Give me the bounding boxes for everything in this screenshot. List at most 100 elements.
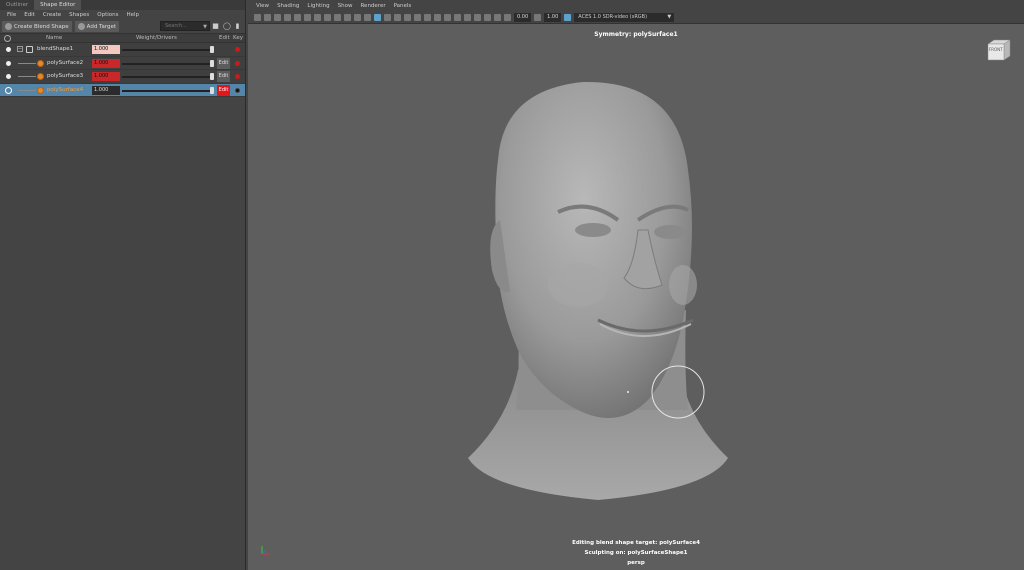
create-blend-shape-button[interactable]: Create Blend Shape [2, 21, 72, 32]
field-chart-icon[interactable] [334, 14, 341, 21]
visibility-toggle[interactable] [6, 60, 11, 66]
chevron-down-icon[interactable]: ▼ [203, 23, 207, 31]
menu-lighting[interactable]: Lighting [303, 0, 333, 12]
weight-field[interactable]: 1.000 [92, 72, 120, 81]
slider-handle[interactable] [210, 59, 214, 67]
bookmark-icon[interactable] [274, 14, 281, 21]
edit-button[interactable]: Edit [217, 57, 230, 69]
grid-icon[interactable] [294, 14, 301, 21]
key-icon[interactable] [235, 60, 240, 66]
xray-components-icon[interactable] [494, 14, 501, 21]
column-name: Name [46, 35, 63, 41]
motion-blur-icon[interactable] [434, 14, 441, 21]
view-cube[interactable]: FRONT [984, 38, 1012, 64]
visibility-toggle[interactable] [6, 74, 11, 79]
key-icon[interactable] [235, 74, 240, 79]
menu-shapes[interactable]: Shapes [65, 10, 93, 20]
menu-panels[interactable]: Panels [390, 0, 416, 12]
xray-icon[interactable] [474, 14, 481, 21]
menu-view[interactable]: View [252, 0, 273, 12]
sculpted-head-model[interactable] [448, 70, 748, 510]
menu-create[interactable]: Create [39, 10, 65, 20]
lights-icon[interactable] [404, 14, 411, 21]
column-edit: Edit [219, 35, 230, 41]
weight-slider[interactable] [122, 49, 212, 51]
wireframe-icon[interactable] [364, 14, 371, 21]
menu-show[interactable]: Show [334, 0, 357, 12]
slider-handle[interactable] [210, 73, 214, 80]
table-row[interactable]: polySurface3 1.000 Edit [0, 70, 245, 84]
toolbar-icon-group: ■ ◯ ▮ [212, 22, 241, 30]
row-name: polySurface2 [47, 59, 84, 66]
isolate-select-icon[interactable] [464, 14, 471, 21]
blend-shape-icon [5, 23, 12, 30]
row-name: blendShape1 [37, 46, 74, 52]
menu-edit[interactable]: Edit [20, 10, 39, 20]
key-icon[interactable] [235, 87, 240, 93]
slider-handle[interactable] [210, 46, 214, 53]
row-name: polySurface3 [47, 73, 84, 79]
target-shape-icon [37, 86, 44, 94]
table-row-selected[interactable]: polySurface4 1.000 Edit [0, 83, 245, 97]
shadows-icon[interactable] [414, 14, 421, 21]
search-input[interactable]: Search... ▼ [160, 21, 210, 31]
menu-help[interactable]: Help [122, 10, 143, 20]
gamma-icon[interactable] [534, 14, 542, 21]
table-row[interactable]: − blendShape1 1.000 [0, 43, 245, 57]
anti-aliasing-icon[interactable] [444, 14, 451, 21]
resolution-gate-icon[interactable] [314, 14, 321, 21]
color-space-dropdown[interactable]: ACES 1.0 SDR-video (sRGB) ▼ [574, 13, 675, 22]
viewport-menubar: View Shading Lighting Show Renderer Pane… [248, 0, 1024, 12]
visibility-toggle[interactable] [5, 86, 12, 94]
weight-slider[interactable] [122, 76, 212, 78]
image-plane-icon[interactable] [284, 14, 291, 21]
default-material-icon[interactable] [384, 14, 391, 21]
visibility-toggle[interactable] [6, 47, 11, 52]
key-icon[interactable] [235, 47, 240, 52]
edit-button-active[interactable]: Edit [217, 84, 230, 96]
shape-editor-panel: Outliner Shape Editor File Edit Create S… [0, 0, 246, 570]
weight-field[interactable]: 1.000 [92, 58, 120, 68]
weight-field[interactable]: 1.000 [92, 85, 120, 95]
menu-options[interactable]: Options [93, 10, 122, 20]
table-row[interactable]: polySurface2 1.000 Edit [0, 56, 245, 70]
exposure-field[interactable]: 0.00 [514, 13, 532, 22]
tab-outliner[interactable]: Outliner [0, 0, 34, 10]
safe-action-icon[interactable] [344, 14, 351, 21]
collapse-icon[interactable]: − [17, 46, 23, 52]
weight-slider[interactable] [122, 62, 212, 65]
menu-shading[interactable]: Shading [273, 0, 303, 12]
viewport-panel[interactable]: View Shading Lighting Show Renderer Pane… [248, 0, 1024, 570]
view-cube-label: FRONT [989, 47, 1003, 52]
weight-slider[interactable] [122, 89, 212, 92]
color-management-icon[interactable] [564, 14, 572, 21]
add-target-button[interactable]: Add Target [74, 21, 120, 32]
xray-joints-icon[interactable] [484, 14, 491, 21]
trash-icon[interactable]: ▮ [234, 22, 241, 30]
film-gate-icon[interactable] [304, 14, 311, 21]
smooth-shade-icon[interactable] [374, 14, 381, 21]
depth-of-field-icon[interactable] [454, 14, 461, 21]
exposure-icon[interactable] [504, 14, 511, 21]
edit-button[interactable]: Edit [217, 71, 230, 82]
tree-line [18, 62, 36, 64]
camera-attributes-icon[interactable] [264, 14, 271, 21]
safe-title-icon[interactable] [354, 14, 361, 21]
camera-icon[interactable] [254, 14, 261, 21]
refresh-icon[interactable]: ◯ [223, 22, 231, 30]
column-header: Name Weight/Drivers Edit Key [0, 33, 245, 43]
tab-shape-editor[interactable]: Shape Editor [34, 0, 82, 10]
folder-icon[interactable]: ■ [212, 22, 219, 30]
menu-file[interactable]: File [3, 10, 20, 20]
gamma-field[interactable]: 1.00 [544, 13, 562, 22]
create-blend-shape-label: Create Blend Shape [14, 23, 69, 30]
ambient-occlusion-icon[interactable] [424, 14, 431, 21]
shape-editor-toolbar: Create Blend Shape Add Target Search... … [0, 20, 245, 33]
textured-icon[interactable] [394, 14, 401, 21]
slider-handle[interactable] [210, 86, 214, 94]
gate-mask-icon[interactable] [324, 14, 331, 21]
add-target-label: Add Target [86, 23, 117, 30]
weight-field[interactable]: 1.000 [92, 45, 120, 54]
symmetry-label: Symmetry: polySurface1 [594, 31, 678, 38]
menu-renderer[interactable]: Renderer [356, 0, 389, 12]
